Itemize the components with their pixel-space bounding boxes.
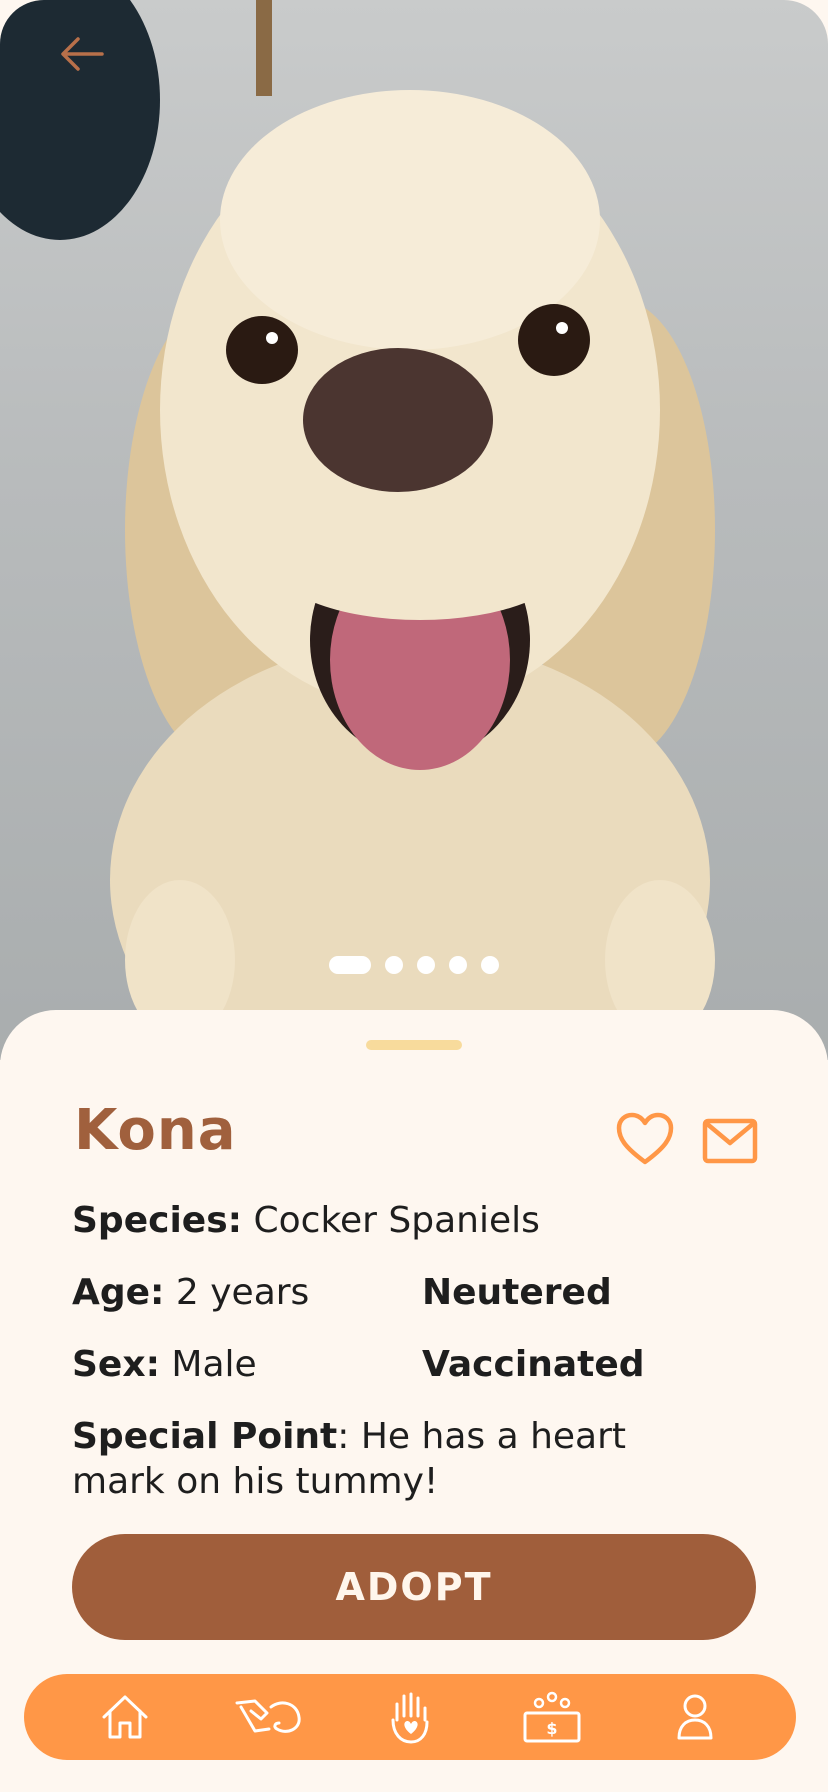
species-row: Species: Cocker Spaniels <box>72 1200 540 1241</box>
donate-icon: $ <box>523 1691 581 1743</box>
gallery-pagination <box>0 956 828 974</box>
pet-hand-icon <box>235 1699 301 1733</box>
volunteer-hand-icon <box>391 1692 429 1744</box>
vaccinated-status: Vaccinated <box>422 1344 645 1385</box>
bottom-navigation: $ <box>24 1674 796 1760</box>
age-value: 2 years <box>164 1272 310 1313</box>
nav-pets[interactable] <box>233 1687 303 1747</box>
arrow-left-icon <box>61 37 104 71</box>
nav-donate[interactable]: $ <box>517 1687 587 1747</box>
back-button[interactable] <box>60 36 120 96</box>
favorite-button[interactable] <box>616 1112 674 1166</box>
sex-row: Sex: Male <box>72 1344 257 1385</box>
heart-icon <box>616 1112 674 1165</box>
sex-label: Sex: <box>72 1344 160 1385</box>
special-point: Special Point: He has a heart mark on hi… <box>72 1414 672 1504</box>
age-row: Age: 2 years <box>72 1272 309 1313</box>
species-label: Species: <box>72 1200 243 1241</box>
profile-icon <box>677 1694 713 1740</box>
pet-photo[interactable] <box>0 0 828 1060</box>
mail-icon <box>702 1118 758 1164</box>
gallery-dot[interactable] <box>449 956 467 974</box>
dog-photo-illustration <box>0 0 715 1060</box>
gallery-dot[interactable] <box>385 956 403 974</box>
gallery-dot[interactable] <box>481 956 499 974</box>
adopt-button[interactable]: ADOPT <box>72 1534 756 1640</box>
special-point-label: Special Point <box>72 1416 338 1457</box>
gallery-dot[interactable] <box>417 956 435 974</box>
nav-volunteer[interactable] <box>375 1687 445 1747</box>
neutered-status: Neutered <box>422 1272 612 1313</box>
nav-profile[interactable] <box>660 1687 730 1747</box>
message-button[interactable] <box>702 1118 758 1164</box>
species-value: Cocker Spaniels <box>242 1200 540 1241</box>
home-icon <box>102 1695 148 1739</box>
svg-text:$: $ <box>547 1719 558 1738</box>
age-label: Age: <box>72 1272 165 1313</box>
sheet-handle[interactable] <box>366 1040 462 1050</box>
sex-value: Male <box>159 1344 257 1385</box>
nav-home[interactable] <box>90 1687 160 1747</box>
gallery-dot[interactable] <box>329 956 371 974</box>
pet-name: Kona <box>74 1098 237 1163</box>
